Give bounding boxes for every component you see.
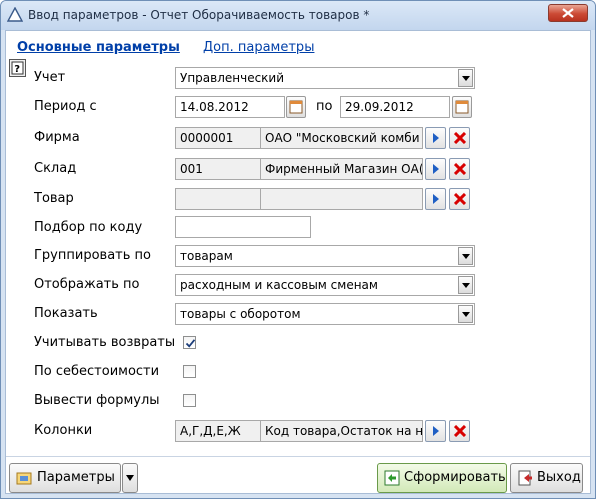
gruppirovat-select[interactable]: товарам [175,245,475,267]
period-from-value: 14.08.2012 [180,100,249,114]
period-from-calendar-button[interactable] [286,96,306,118]
gruppirovat-value: товарам [180,249,233,263]
help-button[interactable]: ? [9,59,26,77]
uchet-select[interactable]: Управленческий [175,67,475,89]
vozvraty-checkbox[interactable] [183,336,196,349]
kolonki-code-field[interactable]: А,Г,Д,Е,Ж [175,420,261,442]
pokazat-value: товары с оборотом [180,307,301,321]
tovar-clear-button[interactable] [449,188,470,210]
firma-code-field[interactable]: 0000001 [175,127,261,149]
tovar-pick-button[interactable] [425,188,446,210]
tovar-code-field[interactable] [175,188,261,210]
svg-text:?: ? [14,64,20,75]
uchet-value: Управленческий [180,71,285,85]
period-to-calendar-button[interactable] [452,96,472,118]
firma-label: Фирма [34,130,80,145]
sklad-code-field[interactable]: 001 [175,158,261,180]
formuly-checkbox[interactable] [183,394,196,407]
footer-separator [6,456,590,457]
exit-button-label: Выход [537,470,581,485]
exit-icon [518,470,532,486]
kolonki-name-field[interactable]: Код товара,Остаток на н [260,420,423,442]
firma-name-value: ОАО "Московский комби [265,131,420,145]
params-button[interactable]: Параметры [9,463,121,493]
clear-x-icon [454,132,466,144]
clear-x-icon [454,193,466,205]
period-to-value: 29.09.2012 [345,100,414,114]
sklad-pick-button[interactable] [425,158,446,180]
firma-pick-button[interactable] [425,127,446,149]
form-area: Основные параметры Доп. параметры ? Учет… [5,30,591,494]
pokazat-select[interactable]: товары с оборотом [175,303,475,325]
kolonki-label: Колонки [34,423,93,438]
app-icon [7,7,23,22]
vozvraty-label: Учитывать возвраты [34,335,176,350]
sklad-label: Склад [34,161,77,176]
period-to-input[interactable]: 29.09.2012 [340,96,450,118]
podbor-input[interactable] [175,216,311,238]
otobrazhat-label: Отображать по [34,277,140,292]
pokazat-label: Показать [34,306,98,321]
sklad-name-value: Фирменный Магазин ОА( [265,162,423,176]
kolonki-pick-button[interactable] [425,420,446,442]
tovar-name-field[interactable] [260,188,423,210]
kolonki-clear-button[interactable] [449,420,470,442]
chevron-down-icon [126,475,134,481]
sebestoimost-checkbox[interactable] [183,365,196,378]
window-title: Ввод параметров - Отчет Оборачиваемость … [28,8,370,22]
kolonki-name-value: Код товара,Остаток на н [265,424,423,438]
firma-clear-button[interactable] [449,127,470,149]
firma-code-value: 0000001 [180,131,234,145]
sklad-clear-button[interactable] [449,158,470,180]
gruppirovat-label: Группировать по [34,248,151,263]
chevron-down-icon[interactable] [458,305,473,323]
clear-x-icon [454,163,466,175]
tab-extra-params[interactable]: Доп. параметры [203,40,314,55]
params-dropdown-button[interactable] [122,463,138,493]
params-icon [16,472,32,485]
period-to-label: по [316,99,333,114]
help-icon: ? [11,61,24,75]
calendar-icon [455,100,469,114]
clear-x-icon [454,425,466,437]
tovar-label: Товар [34,191,74,206]
report-params-window: Ввод параметров - Отчет Оборачиваемость … [0,0,596,499]
sebestoimost-label: По себестоимости [34,364,160,379]
kolonki-code-value: А,Г,Д,Е,Ж [180,424,241,438]
chevron-down-icon[interactable] [458,69,473,87]
otobrazhat-select[interactable]: расходным и кассовым сменам [175,274,475,296]
generate-icon [384,470,400,486]
exit-button[interactable]: Выход [510,463,583,493]
close-button[interactable] [548,4,588,22]
chevron-down-icon[interactable] [458,276,473,294]
uchet-label: Учет [34,70,66,85]
sklad-code-value: 001 [180,162,203,176]
podbor-label: Подбор по коду [34,220,143,235]
firma-name-field[interactable]: ОАО "Московский комби [260,127,423,149]
otobrazhat-value: расходным и кассовым сменам [180,278,378,292]
sklad-name-field[interactable]: Фирменный Магазин ОА( [260,158,423,180]
tab-main-params[interactable]: Основные параметры [17,40,180,55]
period-from-input[interactable]: 14.08.2012 [175,96,285,118]
close-icon [562,8,574,18]
chevron-down-icon[interactable] [458,247,473,265]
formuly-label: Вывести формулы [34,393,160,408]
check-icon [185,339,196,348]
period-label: Период с [34,99,97,114]
title-bar[interactable]: Ввод параметров - Отчет Оборачиваемость … [1,1,595,30]
generate-button[interactable]: Сформировать [377,463,507,493]
generate-button-label: Сформировать [404,470,506,485]
calendar-icon [289,100,303,114]
params-button-label: Параметры [37,470,115,485]
